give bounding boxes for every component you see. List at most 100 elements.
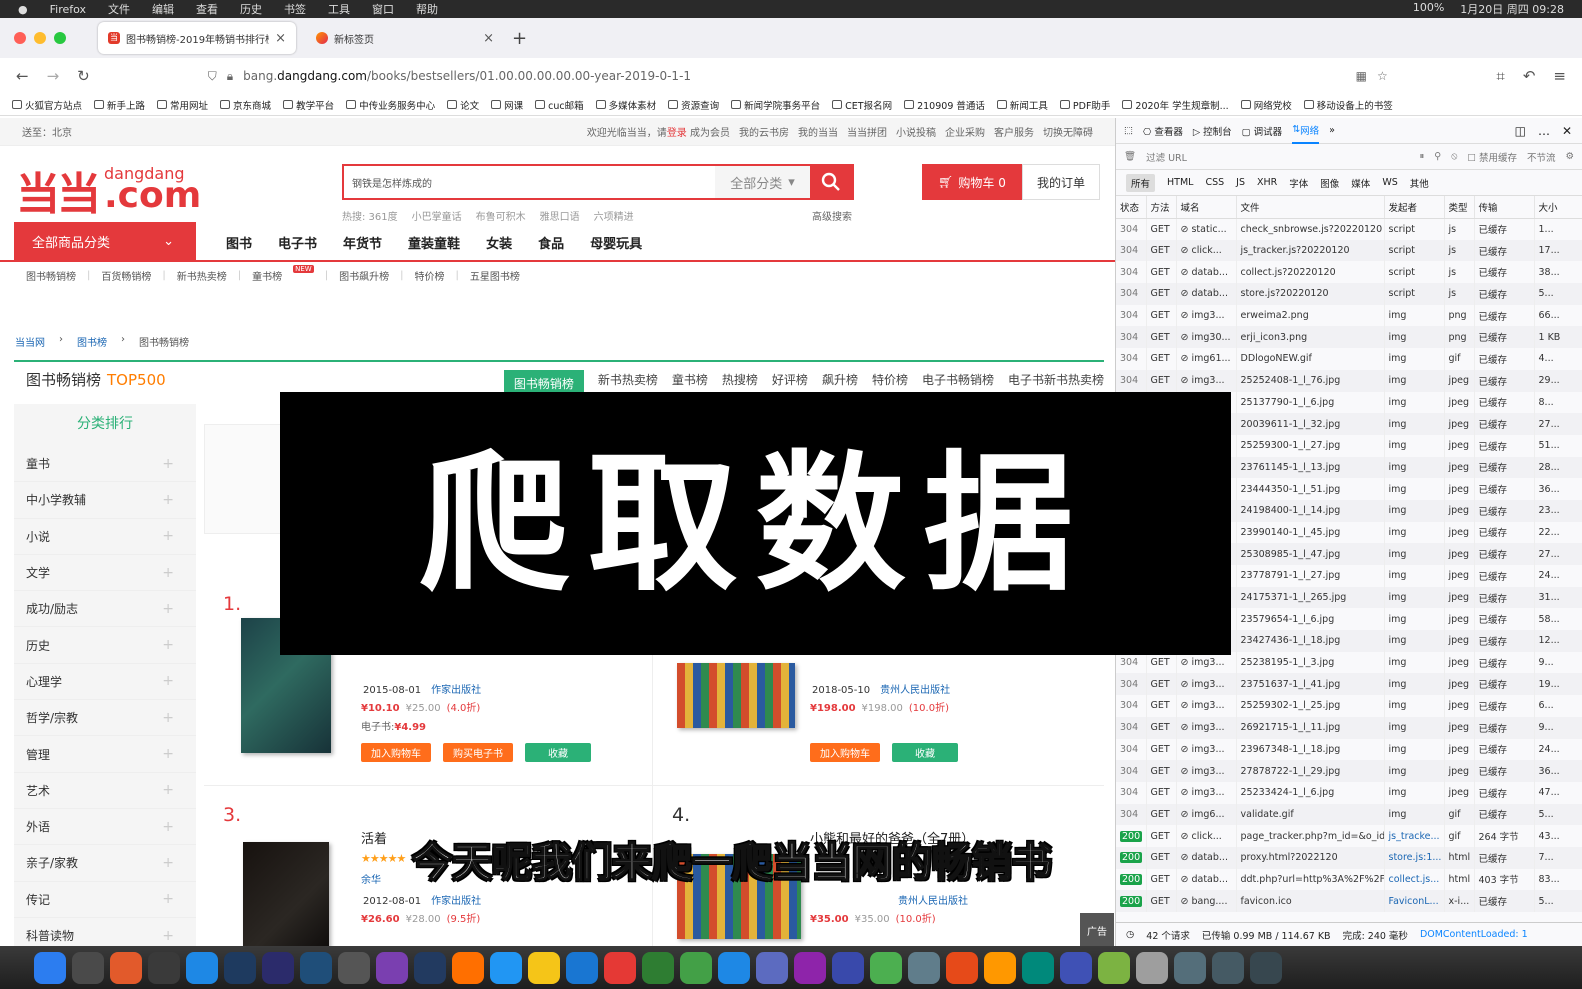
dock-app-icon[interactable]: [870, 951, 902, 984]
tab-new-page[interactable]: 新标签页 ×: [306, 22, 504, 54]
dock-app-icon[interactable]: [110, 951, 142, 984]
devtools-tab-console[interactable]: ▷ 控制台: [1193, 124, 1232, 138]
bookmark-item[interactable]: 论文: [447, 98, 479, 112]
favorite-button[interactable]: 收藏: [892, 743, 958, 762]
menu-help[interactable]: 帮助: [416, 1, 438, 17]
sidebar-category[interactable]: 童书 +: [14, 446, 196, 483]
dock-app-icon[interactable]: [604, 951, 636, 984]
ad-badge[interactable]: 广告: [1080, 913, 1114, 946]
bookmark-item[interactable]: CET报名网: [832, 98, 892, 112]
dock-app-icon[interactable]: [566, 951, 598, 984]
dangdang-logo[interactable]: 当当 dangdang .com: [16, 158, 201, 222]
dock-app-icon[interactable]: [1250, 951, 1282, 984]
tab-dangdang[interactable]: 当 图书畅销榜-2019年畅销书排行榜 ×: [98, 22, 296, 54]
dock-app-icon[interactable]: [946, 951, 978, 984]
tab-close-icon[interactable]: ×: [483, 31, 494, 46]
shield-icon[interactable]: ⛉: [208, 69, 217, 84]
clock[interactable]: 1月20日 周四 09:28: [1460, 1, 1564, 17]
add-to-cart-button[interactable]: 加入购物车: [361, 743, 431, 762]
plus-icon[interactable]: +: [162, 492, 174, 508]
dock-app-icon[interactable]: [794, 951, 826, 984]
menu-history[interactable]: 历史: [240, 1, 262, 17]
favorite-button[interactable]: 收藏: [525, 743, 591, 762]
dock-side-icon[interactable]: ◫: [1515, 124, 1526, 138]
bookmark-item[interactable]: 210909 普通话: [904, 98, 985, 112]
plus-icon[interactable]: +: [162, 528, 174, 544]
pause-icon[interactable]: ⏸︎: [1419, 151, 1424, 162]
request-row[interactable]: 304 GET ⊘ static... check_snbrowse.js?20220…: [1116, 218, 1582, 240]
hot-word[interactable]: 布鲁可积木: [476, 208, 526, 223]
sidebar-category[interactable]: 亲子/家教 +: [14, 845, 196, 882]
subnav-item[interactable]: 童书榜: [252, 268, 282, 283]
type-filter-button[interactable]: 所有: [1126, 173, 1156, 192]
initiator-link[interactable]: FaviconL...: [1389, 896, 1439, 907]
hot-word[interactable]: 六项精进: [594, 208, 634, 223]
request-row[interactable]: 304 GET ⊘ img6... validate.gif img gif 已缓存 5...: [1116, 803, 1582, 826]
dock-app-icon[interactable]: [376, 951, 408, 984]
top-link[interactable]: 小说投稿: [896, 124, 936, 139]
search-button[interactable]: [810, 166, 852, 198]
plus-icon[interactable]: +: [162, 891, 174, 907]
bookmark-item[interactable]: 教学平台: [283, 98, 334, 112]
sidebar-category[interactable]: 文学 +: [14, 555, 196, 592]
qr-code-icon[interactable]: ▦: [1356, 69, 1367, 83]
initiator-link[interactable]: js_tracke...: [1389, 831, 1440, 842]
all-categories-button[interactable]: 全部商品分类 ⌄: [14, 222, 196, 260]
bookmark-item[interactable]: 火狐官方站点: [12, 98, 82, 112]
dock-app-icon[interactable]: [1098, 951, 1130, 984]
request-row[interactable]: 304 GET ⊘ img3... 25233424-1_l_6.jpg img jpeg…: [1116, 781, 1582, 804]
column-header[interactable]: 类型: [1444, 196, 1475, 219]
column-header[interactable]: 方法: [1146, 196, 1177, 219]
dock-app-icon[interactable]: [452, 951, 484, 984]
breadcrumb-home[interactable]: 当当网: [15, 334, 45, 349]
main-nav-item[interactable]: 图书: [226, 233, 252, 252]
bookmark-item[interactable]: 常用网址: [157, 98, 208, 112]
book-title-link[interactable]: 活着: [361, 828, 387, 847]
hot-word[interactable]: 热搜: 361度: [342, 208, 398, 223]
type-filter-button[interactable]: 其他: [1410, 176, 1429, 190]
publisher-link[interactable]: 贵州人民出版社: [898, 896, 968, 907]
request-row[interactable]: 200 GET ⊘ bang.... favicon.ico FaviconL... x-…: [1116, 890, 1582, 912]
close-window-button[interactable]: [14, 32, 26, 44]
dock-app-icon[interactable]: [72, 951, 104, 984]
column-header[interactable]: 域名: [1176, 196, 1237, 219]
subnav-item[interactable]: 五星图书榜: [470, 268, 520, 283]
sidebar-category[interactable]: 哲学/宗教 +: [14, 700, 196, 737]
plus-icon[interactable]: +: [162, 637, 174, 653]
more-options-icon[interactable]: …: [1538, 124, 1550, 138]
bookmark-star-icon[interactable]: ☆: [1377, 69, 1388, 83]
dock-app-icon[interactable]: [186, 951, 218, 984]
publisher-link[interactable]: 作家出版社: [431, 685, 481, 696]
devtools-tab-network[interactable]: ⇅ 网络: [1292, 118, 1320, 144]
menu-window[interactable]: 窗口: [372, 1, 394, 17]
bookmark-item[interactable]: 新闻学院事务平台: [731, 98, 820, 112]
cart-button[interactable]: 🛒︎ 购物车 0: [922, 164, 1022, 200]
plus-icon[interactable]: +: [162, 456, 174, 472]
dock-app-icon[interactable]: [490, 951, 522, 984]
plus-icon[interactable]: +: [162, 819, 174, 835]
rank-tab[interactable]: 飙升榜: [822, 371, 858, 388]
rank-tab[interactable]: 童书榜: [672, 371, 708, 388]
subnav-item[interactable]: 图书畅销榜: [26, 268, 76, 283]
subnav-item[interactable]: 百货畅销榜: [101, 268, 151, 283]
sidebar-category[interactable]: 小说 +: [14, 519, 196, 555]
dock-app-icon[interactable]: [718, 951, 750, 984]
dock-app-icon[interactable]: [756, 951, 788, 984]
request-row[interactable]: 304 GET ⊘ img3... 25259302-1_l_25.jpg img jpe…: [1116, 695, 1582, 717]
search-category-select[interactable]: 全部分类 ▾: [715, 166, 810, 198]
top-link[interactable]: 我的当当: [798, 124, 838, 139]
bookmark-item[interactable]: 新闻工具: [996, 98, 1048, 112]
request-row[interactable]: 304 GET ⊘ img30... erji_icon3.png img png 已缓存 1…: [1116, 326, 1582, 349]
type-filter-button[interactable]: 媒体: [1351, 176, 1370, 190]
top-link[interactable]: 客户服务: [994, 124, 1034, 139]
settings-gear-icon[interactable]: ⚙: [1565, 151, 1582, 162]
dock-app-icon[interactable]: [832, 951, 864, 984]
column-header[interactable]: 文件: [1236, 196, 1385, 219]
search-input[interactable]: 钢铁是怎样炼成的: [344, 175, 715, 190]
dock-app-icon[interactable]: [1174, 951, 1206, 984]
screenshot-icon[interactable]: ⌗: [1496, 67, 1504, 85]
rank-tab[interactable]: 电子书畅销榜: [922, 371, 994, 388]
plus-icon[interactable]: +: [162, 855, 174, 871]
dock-app-icon[interactable]: [338, 951, 370, 984]
top-link[interactable]: 当当拼团: [847, 124, 887, 139]
